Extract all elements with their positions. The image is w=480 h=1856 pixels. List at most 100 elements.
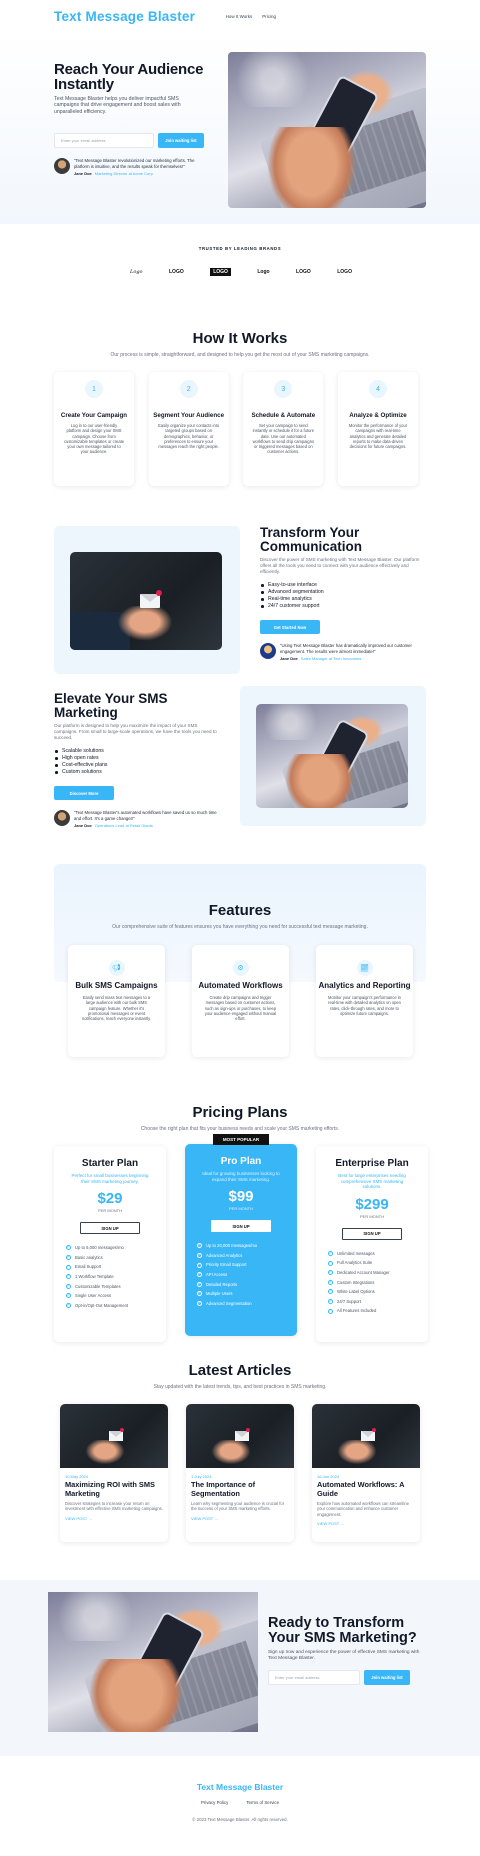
nav-link-how-it-works[interactable]: How It Works (226, 14, 253, 19)
pricing-section: Pricing Plans Choose the right plan that… (0, 1104, 480, 1362)
cta-email-input[interactable]: Enter your email address (268, 1670, 360, 1685)
hero-section: Reach Your Audience Instantly Text Messa… (0, 32, 480, 224)
most-popular-badge: MOST POPULAR (213, 1134, 269, 1145)
view-post-link[interactable]: VIEW POST → (191, 1516, 289, 1521)
nav-link-pricing[interactable]: Pricing (262, 14, 276, 19)
testimonial-role: Operations Lead at Retail Giants (94, 823, 153, 829)
brands-title: TRUSTED BY LEADING BRANDS (198, 246, 282, 251)
list-item: ✓ Detailed Reports (197, 1281, 238, 1287)
list-item: ✓ Up to 20,000 messages/mo (197, 1243, 258, 1249)
hero-testimonial: “Text Message Blaster revolutionized our… (54, 158, 204, 176)
footer-brand[interactable]: Text Message Blaster (0, 1756, 480, 1792)
list-item: ✓ Basic analytics (66, 1254, 103, 1261)
step-card: 3 Schedule & Automate Set your campaign … (243, 372, 324, 486)
article-title[interactable]: Maximizing ROI with SMS Marketing (65, 1480, 163, 1498)
cta-signup-form: Enter your email address Join waiting li… (268, 1670, 428, 1685)
copyright-text: © 2023 Text Message Blaster. All rights … (192, 1817, 288, 1822)
pricing-title: Pricing Plans (192, 1104, 288, 1121)
brand-logo-1: Logo (130, 269, 143, 275)
discover-more-button[interactable]: Discover More (54, 786, 114, 800)
testimonial-name: Jane Doe (74, 823, 92, 829)
step-card: 1 Create Your Campaign Log in to our use… (54, 372, 134, 486)
article-date: 10 May 2024 (65, 1474, 89, 1479)
testimonial-quote: “Text Message Blaster's automated workfl… (74, 810, 217, 821)
check-icon: ✓ (328, 1279, 333, 1285)
view-post-link[interactable]: VIEW POST → (65, 1516, 163, 1521)
main-nav: How It Works Pricing (226, 14, 276, 19)
list-item: ✓ Advanced Segmentation (197, 1300, 252, 1307)
brands-section: TRUSTED BY LEADING BRANDS Logo LOGO LOGO… (0, 224, 480, 330)
check-icon: ✓ (197, 1262, 202, 1268)
article-title[interactable]: Automated Workflows: A Guide (317, 1480, 415, 1498)
list-item: 24/7 customer support (260, 603, 420, 610)
step-title: Analyze & Optimize (349, 412, 407, 419)
article-title[interactable]: The Importance of Segmentation (191, 1480, 289, 1498)
check-icon: ✓ (66, 1273, 71, 1280)
check-icon: ✓ (328, 1250, 333, 1257)
list-item: ✓ 1 Workflow Template (66, 1273, 114, 1280)
check-icon: ✓ (66, 1293, 71, 1299)
terms-of-service-link[interactable]: Terms of Service (246, 1800, 279, 1805)
plan-feature-list: ✓ Unlimited messages ✓ Full Analytics Suit… (328, 1249, 428, 1316)
site-footer: Text Message Blaster Privacy Policy Term… (0, 1756, 480, 1856)
list-item: Real-time analytics (260, 596, 420, 603)
list-item: ✓ 24/7 Support (328, 1298, 361, 1305)
signup-button[interactable]: SIGN UP (211, 1220, 271, 1233)
check-icon: ✓ (66, 1283, 71, 1289)
view-post-link[interactable]: VIEW POST → (317, 1521, 415, 1526)
hero-email-input[interactable]: Enter your email address (54, 133, 154, 149)
envelope-icon (140, 594, 160, 608)
brand-logo[interactable]: Text Message Blaster (54, 9, 195, 24)
check-icon: ✓ (197, 1281, 202, 1287)
articles-title: Latest Articles (188, 1362, 292, 1379)
transform-title: Transform Your Communication (260, 525, 363, 554)
brand-logo-6: LOGO (337, 269, 352, 275)
gears-icon: ⚙ (232, 960, 249, 976)
plan-period: PER MONTH (360, 1213, 384, 1219)
article-card[interactable]: 1 July 2024 The Importance of Segmentati… (186, 1404, 294, 1542)
envelope-icon (235, 1431, 249, 1441)
step-card: 4 Analyze & Optimize Monitor the perform… (337, 372, 418, 486)
hero-join-button[interactable]: Join waiting list (158, 133, 204, 149)
check-icon: ✓ (328, 1269, 333, 1276)
get-started-button[interactable]: Get Started Now (260, 620, 320, 634)
step-number: 2 (179, 380, 198, 398)
privacy-policy-link[interactable]: Privacy Policy (201, 1800, 228, 1805)
elevate-image-panel (240, 686, 426, 826)
article-excerpt: Explore how automated workflows can stre… (317, 1501, 409, 1517)
check-icon: ✓ (197, 1291, 202, 1297)
list-item: Custom solutions (54, 769, 222, 776)
step-number: 3 (274, 380, 293, 398)
transform-bullet-list: Easy-to-use interface Advanced segmentat… (260, 582, 420, 610)
article-card[interactable]: 16 Jan 2024 Automated Workflows: A Guide… (312, 1404, 420, 1542)
step-number: 1 (85, 380, 103, 398)
article-card[interactable]: 10 May 2024 Maximizing ROI with SMS Mark… (60, 1404, 168, 1542)
step-title: Segment Your Audience (153, 412, 225, 419)
list-item: ✓ Multiple Users (197, 1291, 233, 1297)
step-title: Create Your Campaign (60, 412, 128, 419)
cta-join-button[interactable]: Join waiting list (364, 1670, 410, 1685)
features-subtitle: Our comprehensive suite of features ensu… (112, 924, 368, 930)
list-item: ✓ White Label Options (328, 1289, 375, 1295)
feature-text: Easily send mass text messages to a larg… (81, 995, 152, 1022)
envelope-icon (109, 1431, 123, 1441)
signup-button[interactable]: SIGN UP (80, 1222, 140, 1235)
article-image (312, 1404, 420, 1468)
plan-period: PER MONTH (229, 1206, 253, 1212)
plan-description: Ideal for growing businesses looking to … (202, 1171, 280, 1182)
features-title: Features (208, 902, 272, 919)
cta-image (48, 1592, 258, 1732)
list-item: Easy-to-use interface (260, 582, 420, 589)
feature-title: Automated Workflows (198, 981, 283, 990)
list-item: ✓ API Access (197, 1271, 228, 1278)
article-excerpt: Discover strategies to increase your ret… (65, 1501, 163, 1512)
step-title: Schedule & Automate (251, 412, 316, 419)
pricing-card-starter: Starter Plan Perfect for small businesse… (54, 1146, 166, 1342)
feature-title: Bulk SMS Campaigns (75, 981, 158, 990)
list-item: ✓ Up to 5,000 messages/mo (66, 1245, 124, 1251)
plan-name: Starter Plan (81, 1158, 139, 1169)
elevate-testimonial: “Text Message Blaster's automated workfl… (54, 810, 222, 828)
transform-subtitle: Discover the power of SMS marketing with… (260, 557, 420, 574)
signup-button[interactable]: SIGN UP (342, 1227, 402, 1240)
check-icon: ✓ (66, 1302, 71, 1309)
